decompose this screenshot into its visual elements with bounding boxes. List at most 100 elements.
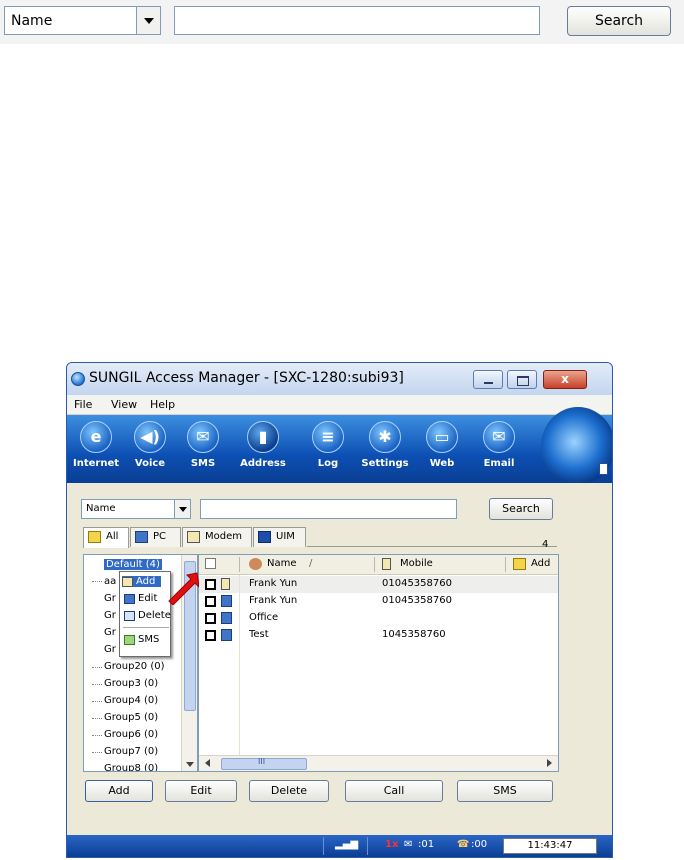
call-button[interactable]: Call xyxy=(345,780,443,802)
tree-item[interactable]: aa xyxy=(104,576,116,587)
column-name-label: Name xyxy=(267,558,297,569)
menu-view[interactable]: View xyxy=(111,398,137,411)
column-name-header[interactable]: Name xyxy=(249,558,297,570)
tab-all-label: All xyxy=(106,531,119,542)
close-button[interactable]: x xyxy=(543,370,587,389)
person-icon xyxy=(249,558,262,570)
toolbar-internet-button[interactable]: e Internet xyxy=(70,421,122,477)
edit-icon xyxy=(124,594,135,604)
tab-uim-label: UIM xyxy=(276,531,295,542)
zoomed-search-field-value: Name xyxy=(11,13,53,29)
context-menu-separator xyxy=(123,627,169,628)
tree-connector xyxy=(92,701,102,702)
contact-count: 4 xyxy=(542,539,549,550)
toolbar-voice-label: Voice xyxy=(134,458,166,469)
mini-mode-icon[interactable] xyxy=(599,463,608,475)
call-count: :00 xyxy=(471,839,488,850)
column-address-label: Add xyxy=(531,558,551,569)
toolbar-address-button[interactable]: ▮ Address xyxy=(237,421,289,477)
row-checkbox[interactable] xyxy=(205,613,216,624)
table-row[interactable]: Frank Yun 01045358760 xyxy=(199,593,558,610)
tree-item[interactable]: Gr xyxy=(104,627,116,638)
table-row[interactable]: Office xyxy=(199,610,558,627)
row-checkbox[interactable] xyxy=(205,596,216,607)
tree-item-group7[interactable]: Group7 (0) xyxy=(104,746,158,757)
row-checkbox[interactable] xyxy=(205,579,216,590)
mobile-icon xyxy=(382,558,391,570)
minimize-button[interactable] xyxy=(473,370,503,389)
tree-item-group3[interactable]: Group3 (0) xyxy=(104,678,158,689)
pc-icon xyxy=(135,531,148,543)
tree-item-group8[interactable]: Group8 (0) xyxy=(104,763,158,771)
delete-icon xyxy=(124,611,135,621)
tree-connector xyxy=(92,718,102,719)
select-all-checkbox[interactable] xyxy=(205,558,216,569)
row-checkbox[interactable] xyxy=(205,630,216,641)
toolbar-web-button[interactable]: ▭ Web xyxy=(416,421,468,477)
all-contacts-icon xyxy=(88,531,101,543)
menu-help[interactable]: Help xyxy=(150,398,175,411)
column-address-header[interactable]: Add xyxy=(513,558,551,570)
address-book-panel: Name Search All PC Modem UIM 4 Default (… xyxy=(67,483,612,835)
tree-item-group4[interactable]: Group4 (0) xyxy=(104,695,158,706)
zoomed-search-field-select[interactable]: Name xyxy=(4,6,161,35)
status-divider xyxy=(367,837,368,855)
context-menu-add[interactable]: Add xyxy=(122,576,162,587)
tab-modem[interactable]: Modem xyxy=(182,527,252,547)
context-menu-sms[interactable]: SMS xyxy=(124,634,159,645)
column-mobile-header[interactable]: Mobile xyxy=(382,558,433,570)
context-menu-delete[interactable]: Delete xyxy=(124,610,171,621)
list-scroll-thumb[interactable]: III xyxy=(221,757,307,770)
menu-file[interactable]: File xyxy=(74,398,92,411)
signal-strength-icon: ▂▄▆ xyxy=(335,839,359,850)
search-input[interactable] xyxy=(200,499,457,519)
toolbar-settings-button[interactable]: ✱ Settings xyxy=(359,421,411,477)
title-bar[interactable]: SUNGIL Access Manager - [SXC-1280:subi93… xyxy=(67,363,612,395)
context-menu-add-label: Add xyxy=(136,576,156,587)
zoomed-search-button[interactable]: Search xyxy=(567,6,671,36)
scroll-down-arrow-icon[interactable] xyxy=(186,762,194,767)
tab-pc[interactable]: PC xyxy=(130,527,181,547)
toolbar-sms-button[interactable]: ✉ SMS xyxy=(177,421,229,477)
row-name: Frank Yun xyxy=(249,578,298,589)
zoomed-search-input[interactable] xyxy=(174,6,540,35)
tab-uim[interactable]: UIM xyxy=(253,527,306,547)
tab-all[interactable]: All xyxy=(83,527,129,548)
delete-button[interactable]: Delete xyxy=(249,780,329,802)
menu-bar: File View Help xyxy=(67,395,612,415)
column-divider xyxy=(505,557,506,572)
add-button[interactable]: Add xyxy=(85,780,153,802)
address-icon: ▮ xyxy=(247,421,279,453)
maximize-button[interactable] xyxy=(507,370,537,389)
context-menu-edit[interactable]: Edit xyxy=(124,593,157,604)
toolbar-log-button[interactable]: ≡ Log xyxy=(302,421,354,477)
tree-item-default[interactable]: Default (4) xyxy=(104,559,162,570)
search-button[interactable]: Search xyxy=(489,498,553,520)
search-field-select[interactable]: Name xyxy=(81,499,191,519)
edit-button[interactable]: Edit xyxy=(165,780,237,802)
tree-item-group20[interactable]: Group20 (0) xyxy=(104,661,165,672)
context-menu: Add Edit Delete SMS xyxy=(119,571,171,657)
tree-item[interactable]: Gr xyxy=(104,644,116,655)
tree-item-group5[interactable]: Group5 (0) xyxy=(104,712,158,723)
scroll-right-arrow-icon[interactable] xyxy=(547,759,552,767)
tree-item-group6[interactable]: Group6 (0) xyxy=(104,729,158,740)
toolbar-log-label: Log xyxy=(317,458,339,469)
list-horizontal-scrollbar[interactable]: III xyxy=(199,755,558,771)
tree-item[interactable]: Gr xyxy=(104,610,116,621)
toolbar-web-label: Web xyxy=(429,458,455,469)
table-row[interactable]: Frank Yun 01045358760 xyxy=(199,576,558,593)
toolbar-email-button[interactable]: ✉ Email xyxy=(473,421,525,477)
contact-list[interactable]: Name / Mobile Add Frank Yun 01045358760 … xyxy=(198,554,559,772)
toolbar-email-label: Email xyxy=(483,458,515,469)
chevron-down-icon[interactable] xyxy=(136,7,160,34)
tree-connector xyxy=(92,581,102,582)
context-menu-edit-label: Edit xyxy=(138,593,158,604)
scroll-left-arrow-icon[interactable] xyxy=(205,759,210,767)
tree-item[interactable]: Gr xyxy=(104,593,116,604)
sms-button[interactable]: SMS xyxy=(457,780,553,802)
table-row[interactable]: Test 1045358760 xyxy=(199,627,558,644)
tab-modem-label: Modem xyxy=(205,531,242,542)
chevron-down-icon[interactable] xyxy=(174,500,190,518)
toolbar-voice-button[interactable]: ◀) Voice xyxy=(124,421,176,477)
